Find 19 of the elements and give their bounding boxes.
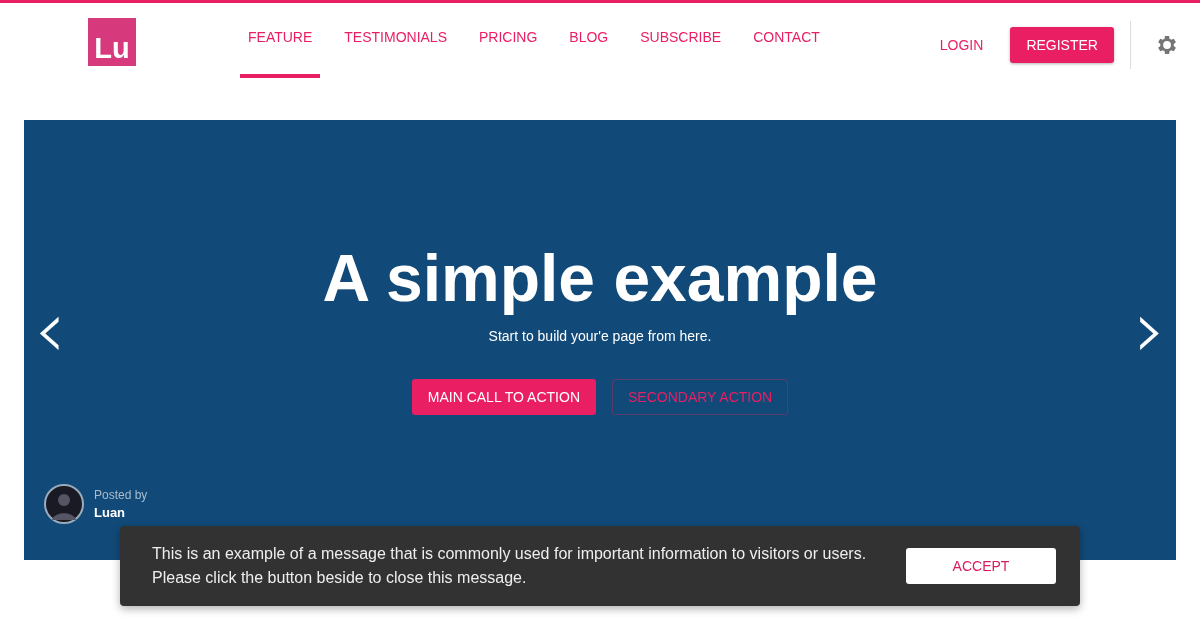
hero-subtitle: Start to build your'e page from here. <box>488 328 712 344</box>
register-button[interactable]: REGISTER <box>1010 26 1114 63</box>
posted-by-label: Posted by <box>94 488 148 502</box>
logo[interactable]: Lu <box>88 17 136 66</box>
previous-button[interactable]: ‹ <box>24 298 76 362</box>
accept-button[interactable]: ACCEPT <box>906 548 1056 584</box>
hero-title: A simple example <box>322 240 878 316</box>
nav-link[interactable]: TESTIMONIALS <box>336 0 455 78</box>
nav-link[interactable]: FEATURE <box>240 0 321 78</box>
author-name: Luan <box>94 505 127 520</box>
nav-link[interactable]: BLOG <box>561 0 617 78</box>
nav-link[interactable]: SUBSCRIBE <box>632 0 730 78</box>
main-action-button[interactable]: MAIN CALL TO ACTION <box>411 379 596 415</box>
nav-link[interactable]: PRICING <box>471 0 546 78</box>
cookie-message: This is an example of a message that is commonly used for important information to visitors or users. Please click the button beside to close this message. <box>152 544 868 588</box>
next-button[interactable]: › <box>1124 298 1176 362</box>
avatar-icon <box>44 484 84 524</box>
nav-link[interactable]: CONTACT <box>745 0 828 78</box>
login-link[interactable]: LOGIN <box>939 36 984 53</box>
